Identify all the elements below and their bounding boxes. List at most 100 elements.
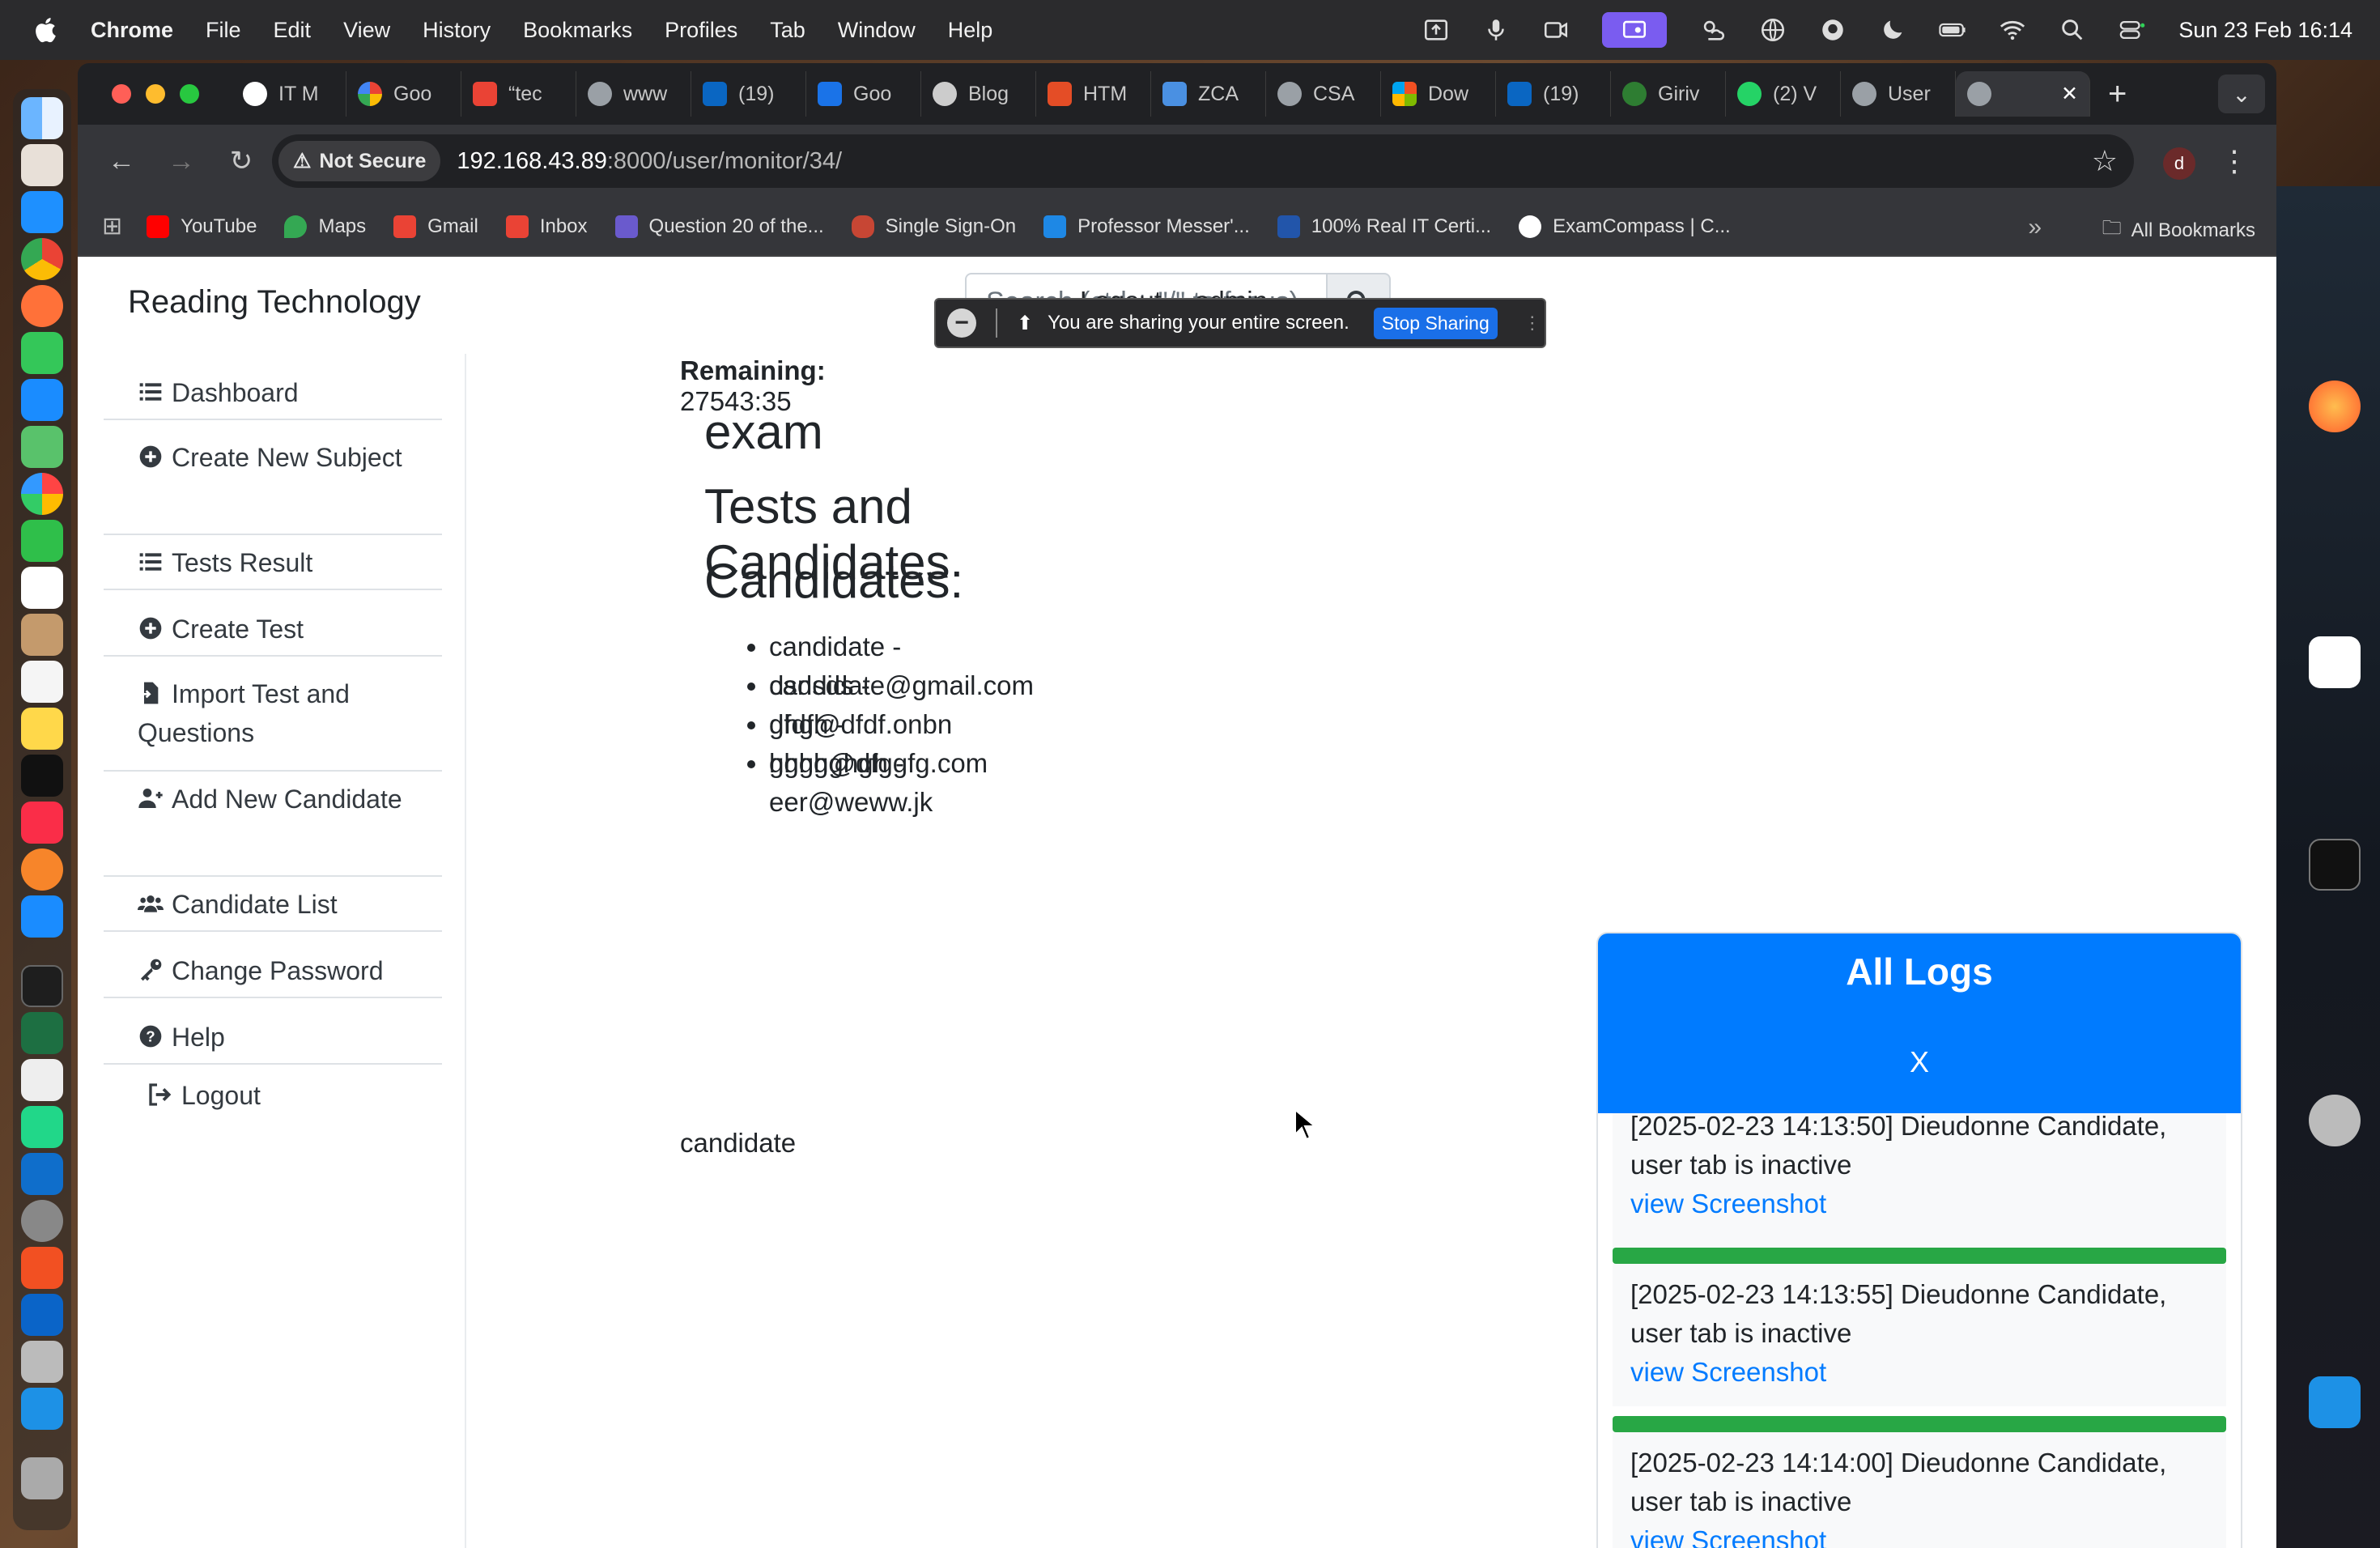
browser-tab[interactable]: Goo [806, 71, 921, 117]
bookmark-gmail[interactable]: Gmail [393, 215, 478, 238]
vscode-icon[interactable] [21, 1153, 63, 1195]
menu-file[interactable]: File [206, 18, 241, 43]
browser-tab[interactable]: “tec [461, 71, 576, 117]
browser-tab[interactable]: HTM [1036, 71, 1151, 117]
facetime-icon[interactable] [21, 520, 63, 562]
bookmark-inbox[interactable]: Inbox [505, 215, 588, 238]
safari-icon[interactable] [21, 191, 63, 233]
browser-tab[interactable]: CSA [1266, 71, 1381, 117]
forward-arrow-icon[interactable]: → [165, 146, 198, 177]
minimize-window-button[interactable] [146, 84, 165, 104]
apps-grid-icon[interactable]: ⊞ [102, 212, 122, 240]
bookmark-maps[interactable]: Maps [284, 215, 366, 238]
chrome-icon[interactable] [21, 238, 63, 280]
reminders-icon[interactable] [21, 661, 63, 703]
database-icon[interactable] [21, 1341, 63, 1383]
messages-icon[interactable] [21, 332, 63, 374]
office-icon[interactable] [21, 1247, 63, 1289]
notes-icon[interactable] [21, 708, 63, 750]
camera-icon[interactable] [1542, 16, 1570, 44]
active-browser-tab[interactable]: ✕ [1956, 71, 2090, 117]
docker-icon[interactable] [2309, 1376, 2361, 1428]
not-secure-badge[interactable]: ⚠ Not Secure [278, 141, 441, 181]
menu-bar-clock[interactable]: Sun 23 Feb 16:14 [2178, 18, 2352, 43]
finder-icon[interactable] [21, 97, 63, 139]
back-arrow-icon[interactable]: ← [105, 146, 138, 177]
more-options-icon[interactable]: ⋮ [2220, 144, 2249, 178]
menu-edit[interactable]: Edit [274, 18, 312, 43]
sidebar-item-logout[interactable]: Logout [104, 1076, 442, 1123]
weather-icon[interactable] [1699, 16, 1727, 44]
browser-tab[interactable]: ZCA [1151, 71, 1266, 117]
pycharm-icon[interactable] [21, 1106, 63, 1148]
browser-tab[interactable]: IT M [232, 71, 346, 117]
browser-tab[interactable]: User [1841, 71, 1956, 117]
textedit-icon[interactable] [21, 1059, 63, 1101]
database-icon[interactable] [2309, 1095, 2361, 1146]
trash-icon[interactable] [21, 1457, 63, 1499]
address-bar[interactable]: ⚠ Not Secure 192.168.43.89:8000/user/moni… [272, 134, 2134, 188]
launchpad-icon[interactable] [21, 144, 63, 186]
apple-icon[interactable] [32, 15, 62, 45]
logs-close-button[interactable]: X [1598, 1045, 2241, 1079]
bookmark-sso[interactable]: Single Sign-On [851, 215, 1016, 238]
bookmark-professor-messer[interactable]: Professor Messer'... [1043, 215, 1250, 238]
view-screenshot-link[interactable]: view Screenshot [1630, 1184, 2208, 1223]
bookmark-star-icon[interactable]: ☆ [2092, 144, 2118, 178]
sidebar-item-create-test[interactable]: Create Test [104, 610, 442, 657]
close-window-button[interactable] [112, 84, 131, 104]
moon-icon[interactable] [1879, 16, 1906, 44]
music-icon[interactable] [21, 802, 63, 844]
sidebar-item-help[interactable]: ? Help [104, 1018, 442, 1065]
sidebar-item-import-test[interactable]: Import Test and Questions [104, 674, 442, 772]
bookmark-examcompass[interactable]: ExamCompass | C... [1519, 215, 1731, 238]
upload-icon[interactable] [1422, 16, 1450, 44]
sidebar-item-add-new-candidate[interactable]: Add New Candidate [104, 780, 442, 877]
url-text[interactable]: 192.168.43.89:8000/user/monitor/34/ [457, 148, 842, 175]
app-store-icon[interactable] [21, 895, 63, 938]
microphone-icon[interactable] [1482, 16, 1510, 44]
view-screenshot-link[interactable]: view Screenshot [1630, 1521, 2208, 1548]
screen-share-icon[interactable] [1602, 12, 1668, 48]
menu-window[interactable]: Window [838, 18, 916, 43]
menu-tab[interactable]: Tab [770, 18, 805, 43]
globe-icon[interactable] [1759, 16, 1787, 44]
drag-handle-icon[interactable]: ⋮ [1524, 314, 1541, 332]
browser-tab[interactable]: Blog [921, 71, 1036, 117]
photos-icon[interactable] [21, 473, 63, 515]
wifi-icon[interactable] [1999, 16, 2026, 44]
maps-icon[interactable] [21, 426, 63, 468]
system-settings-icon[interactable] [21, 1200, 63, 1242]
sidebar-item-create-new-subject[interactable]: Create New Subject [104, 438, 442, 535]
github-icon[interactable] [1819, 16, 1847, 44]
menu-help[interactable]: Help [948, 18, 993, 43]
calendar-icon[interactable] [21, 567, 63, 609]
contacts-icon[interactable] [21, 614, 63, 656]
sidebar-item-candidate-list[interactable]: Candidate List [104, 885, 442, 932]
bookmark-real-it[interactable]: 100% Real IT Certi... [1277, 215, 1491, 238]
sidebar-item-tests-result[interactable]: Tests Result [104, 543, 442, 590]
browser-tab[interactable]: (19) [691, 71, 806, 117]
terminal-icon[interactable] [21, 965, 63, 1007]
battery-icon[interactable] [1939, 16, 1966, 44]
bookmark-youtube[interactable]: YouTube [147, 215, 257, 238]
menu-history[interactable]: History [423, 18, 491, 43]
zoom-window-button[interactable] [180, 84, 199, 104]
sidebar-item-change-password[interactable]: Change Password [104, 951, 442, 998]
terminal-icon[interactable] [2309, 839, 2361, 891]
sidebar-item-dashboard[interactable]: Dashboard [104, 373, 442, 420]
mail-icon[interactable] [21, 379, 63, 421]
firefox-icon[interactable] [2309, 381, 2361, 432]
excel-icon[interactable] [21, 1012, 63, 1054]
firefox-icon[interactable] [21, 285, 63, 327]
menu-app-name[interactable]: Chrome [91, 18, 173, 43]
menu-bookmarks[interactable]: Bookmarks [523, 18, 632, 43]
stop-sharing-button[interactable]: Stop Sharing [1373, 307, 1498, 339]
all-bookmarks-button[interactable]: 🗀 All Bookmarks [2102, 214, 2255, 247]
close-tab-icon[interactable]: ✕ [2061, 82, 2078, 106]
browser-tab[interactable]: www [576, 71, 691, 117]
chevron-down-icon[interactable]: ⌄ [2218, 74, 2265, 113]
minimize-banner-button[interactable]: − [947, 308, 976, 338]
docker-icon[interactable] [21, 1388, 63, 1430]
spotlight-search-icon[interactable] [2059, 16, 2086, 44]
